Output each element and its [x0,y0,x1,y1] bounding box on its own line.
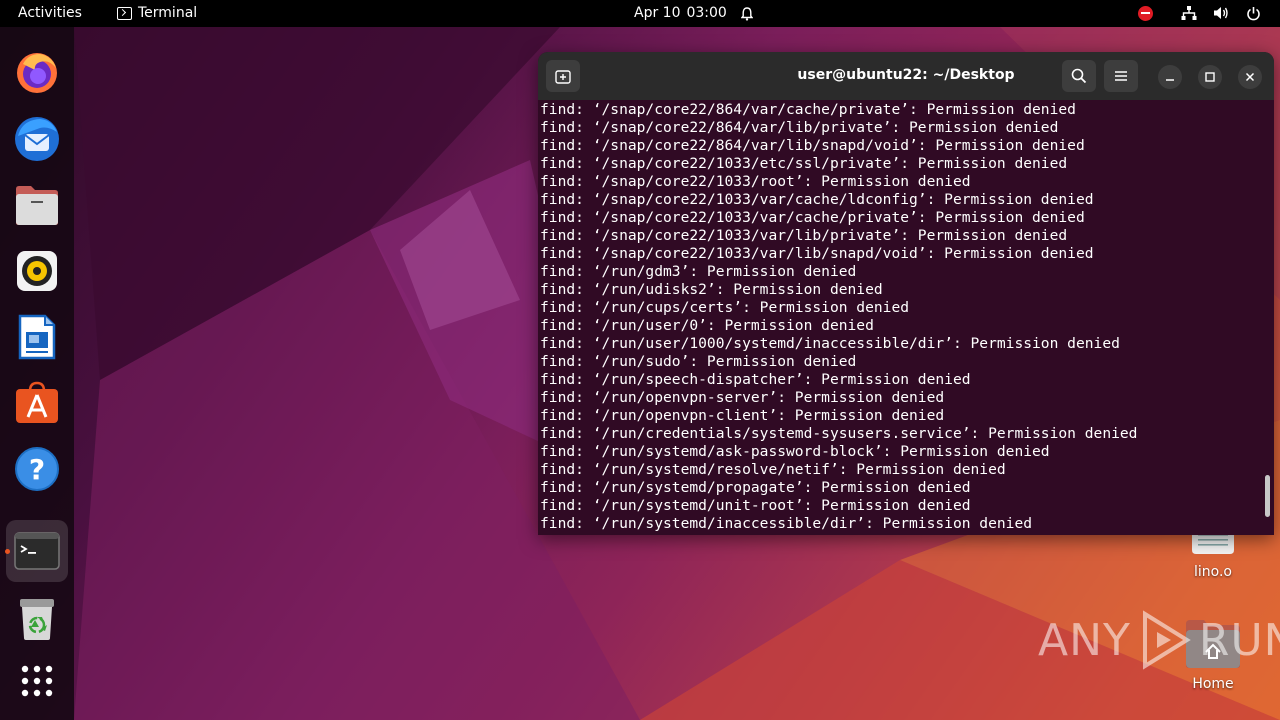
files-icon [16,186,58,225]
help-icon: ? [15,447,59,491]
watermark-text-left: ANY [1038,614,1131,666]
terminal-line: find: ‘/run/openvpn-server’: Permission … [540,389,945,406]
thunderbird-icon [15,117,59,161]
dock-item-trash[interactable] [12,593,62,643]
terminal-line: find: ‘/run/udisks2’: Permission denied [540,281,883,298]
terminal-line: find: ‘/run/gdm3’: Permission denied [540,263,857,280]
terminal-line: find: ‘/snap/core22/864/var/lib/private’… [540,119,1059,136]
terminal-line: find: ‘/run/credentials/systemd-sysusers… [540,425,1138,442]
terminal-line: find: ‘/snap/core22/1033/var/lib/private… [540,227,1068,244]
terminal-line: find: ‘/run/cups/certs’: Permission deni… [540,299,910,316]
terminal-line: find: ‘/snap/core22/1033/var/lib/snapd/v… [540,245,1094,262]
terminal-scrollbar[interactable] [1265,475,1270,517]
system-tray[interactable] [1136,4,1262,22]
volume-icon[interactable] [1212,4,1230,22]
app-menu-label: Terminal [138,5,198,21]
desktop-icon-label: Home [1192,676,1234,692]
dock-item-terminal[interactable] [6,520,68,582]
desktop-icon-label: lino.o [1194,564,1232,580]
dock-item-help[interactable]: ? [12,444,62,494]
trash-icon [20,599,54,640]
terminal-line: find: ‘/run/systemd/resolve/netif’: Perm… [540,461,1006,478]
do-not-disturb-icon[interactable] [1136,4,1154,22]
rhythmbox-icon [17,251,57,291]
top-bar: Activities Terminal Apr 10 03:00 [0,0,1280,27]
terminal-line: find: ‘/run/systemd/propagate’: Permissi… [540,479,971,496]
power-icon[interactable] [1244,4,1262,22]
anyrun-watermark: ANY RUN [1038,610,1280,670]
dock-item-writer[interactable] [12,312,62,362]
clock-date: Apr 10 [634,5,681,21]
dock-item-thunderbird[interactable] [12,114,62,164]
search-button[interactable] [1062,60,1096,92]
terminal-line: find: ‘/run/speech-dispatcher’: Permissi… [540,371,971,388]
hamburger-menu-icon [1115,71,1127,81]
libreoffice-writer-icon [18,314,56,360]
desktop-icon-lino-o[interactable]: lino.o [1168,528,1258,580]
terminal-line: find: ‘/run/sudo’: Permission denied [540,353,857,370]
network-icon[interactable] [1180,4,1198,22]
terminal-line: find: ‘/snap/core22/1033/etc/ssl/private… [540,155,1068,172]
terminal-line: find: ‘/run/user/1000/systemd/inaccessib… [540,335,1120,352]
clock[interactable]: Apr 10 03:00 [634,5,753,21]
activities-button[interactable]: Activities [18,5,82,21]
dock-item-files[interactable] [12,180,62,230]
terminal-line: find: ‘/run/openvpn-client’: Permission … [540,407,945,424]
minimize-icon [1166,79,1174,81]
menu-button[interactable] [1104,60,1138,92]
maximize-icon [1205,72,1215,82]
terminal-output[interactable]: find: ‘/snap/core22/864/var/cache/privat… [540,101,1260,533]
terminal-window[interactable]: user@ubuntu22: ~/Desktop find: ‘/snap/co… [538,52,1274,535]
search-icon [1071,68,1087,84]
maximize-button[interactable] [1198,65,1222,89]
terminal-line: find: ‘/run/systemd/unit-root’: Permissi… [540,497,971,514]
close-icon [1245,72,1255,82]
clock-time: 03:00 [686,5,727,21]
terminal-line: find: ‘/run/user/0’: Permission denied [540,317,874,334]
watermark-text-right: RUN [1198,614,1280,666]
terminal-line: find: ‘/snap/core22/1033/var/cache/priva… [540,209,1085,226]
terminal-icon [14,532,60,570]
show-apps-icon [21,665,53,697]
terminal-line: find: ‘/snap/core22/864/var/lib/snapd/vo… [540,137,1085,154]
minimize-button[interactable] [1158,65,1182,89]
app-menu[interactable]: Terminal [117,5,197,21]
terminal-line: find: ‘/snap/core22/1033/root’: Permissi… [540,173,971,190]
close-button[interactable] [1238,65,1262,89]
dock-item-firefox[interactable] [12,48,62,98]
terminal-line: find: ‘/run/systemd/ask-password-block’:… [540,443,1050,460]
play-logo-icon [1142,610,1191,670]
dock-item-rhythmbox[interactable] [12,246,62,296]
dock: ? [0,27,74,720]
dock-item-show-apps[interactable] [12,656,62,706]
terminal-line: find: ‘/snap/core22/864/var/cache/privat… [540,101,1076,118]
svg-text:?: ? [29,453,45,486]
terminal-line: find: ‘/snap/core22/1033/var/cache/ldcon… [540,191,1094,208]
terminal-titlebar[interactable]: user@ubuntu22: ~/Desktop [538,52,1274,100]
firefox-icon [17,53,57,93]
terminal-line: find: ‘/run/systemd/inaccessible/dir’: P… [540,515,1033,532]
notification-bell-icon [740,6,753,21]
running-indicator [5,549,10,554]
dock-item-app-center[interactable] [12,378,62,428]
terminal-app-icon [117,6,132,20]
app-center-icon [16,381,58,423]
